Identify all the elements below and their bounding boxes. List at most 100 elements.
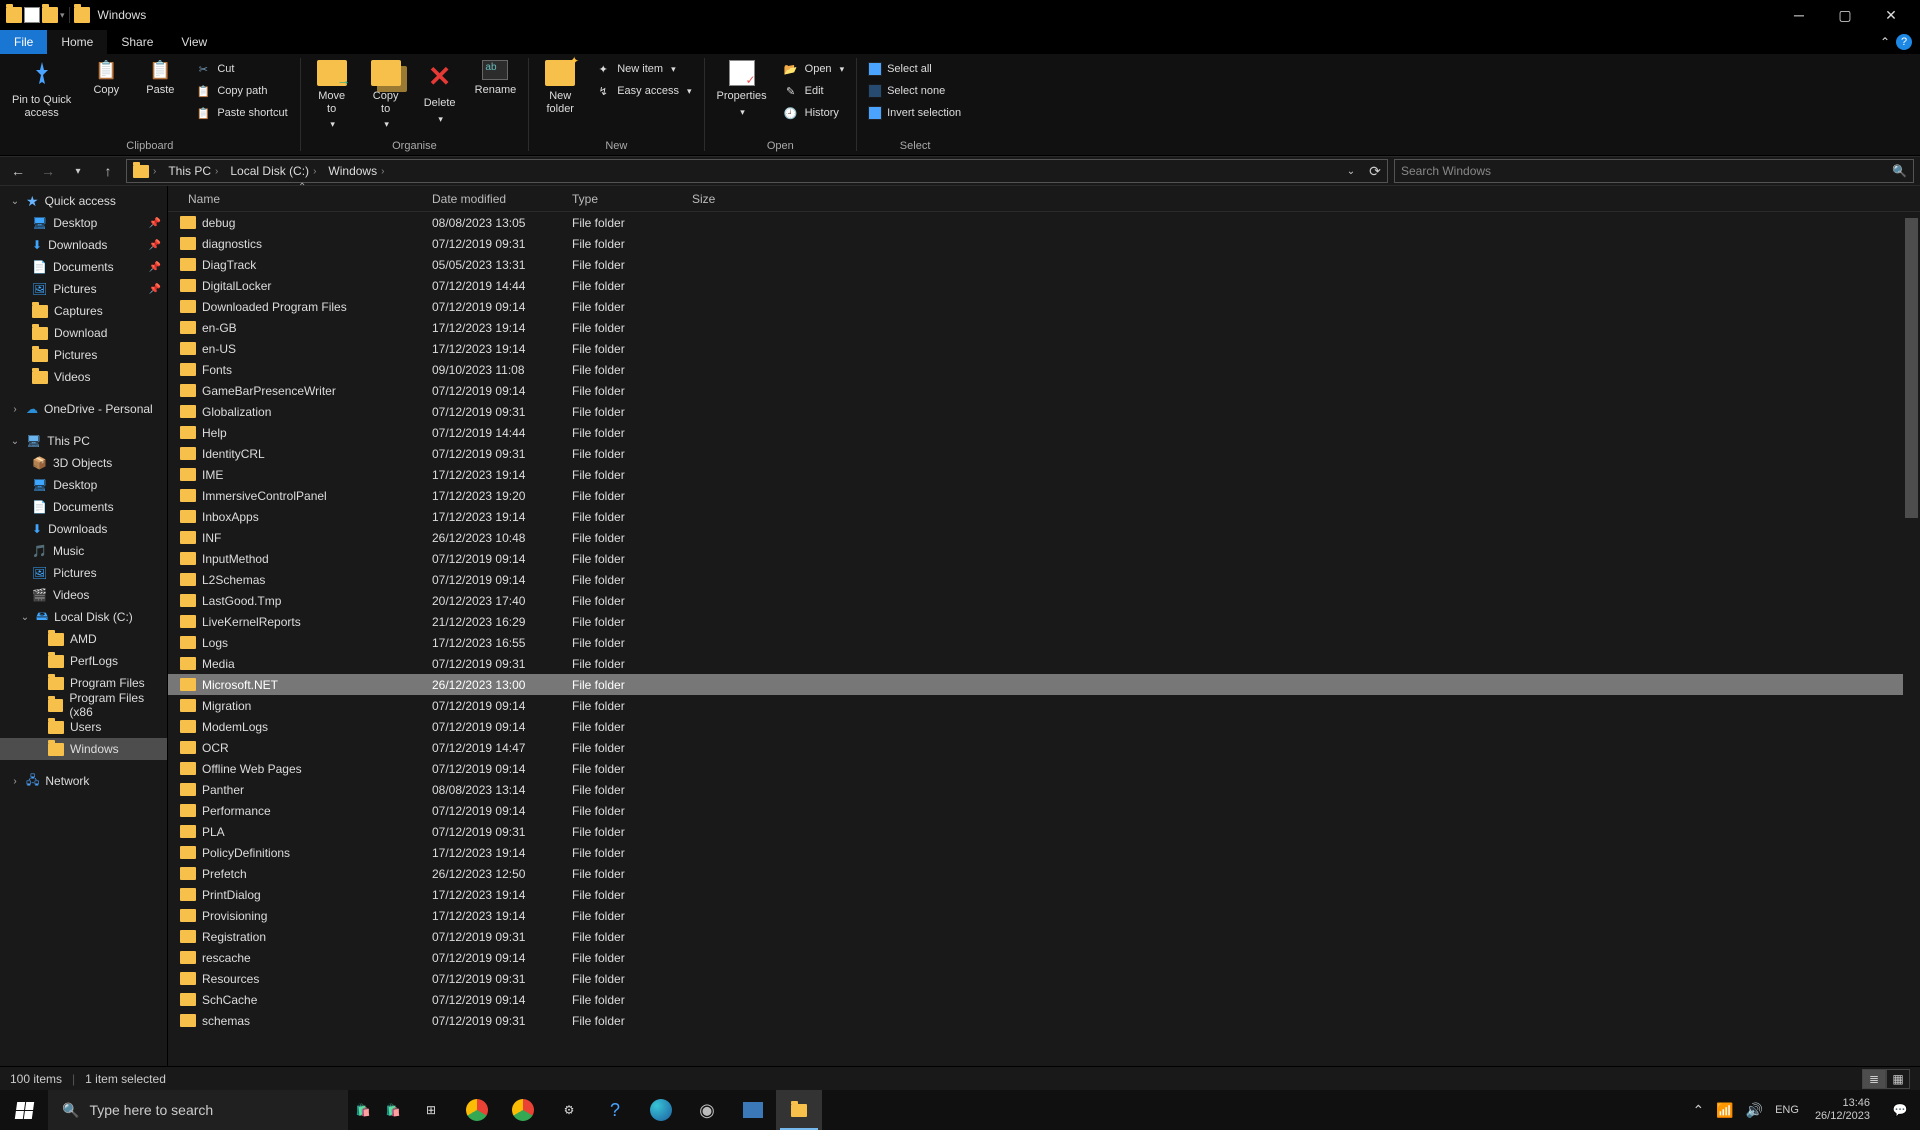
file-row[interactable]: LastGood.Tmp20/12/2023 17:40File folder (168, 590, 1920, 611)
close-button[interactable]: ✕ (1868, 0, 1914, 30)
file-row[interactable]: L2Schemas07/12/2019 09:14File folder (168, 569, 1920, 590)
file-row[interactable]: Microsoft.NET26/12/2023 13:00File folder (168, 674, 1920, 695)
taskbar-settings-icon[interactable]: ⚙ (546, 1090, 592, 1130)
nav-item-3d-objects[interactable]: 📦3D Objects (0, 452, 167, 474)
taskview-button[interactable]: ⊞ (408, 1090, 454, 1130)
nav-item-videos[interactable]: Videos (0, 366, 167, 388)
file-row[interactable]: Downloaded Program Files07/12/2019 09:14… (168, 296, 1920, 317)
nav-item-windows[interactable]: Windows (0, 738, 167, 760)
move-to-button[interactable]: Move to▾ (307, 56, 357, 134)
details-view-button[interactable]: ≣ (1862, 1069, 1886, 1089)
tray-notifications-icon[interactable]: 💬 (1880, 1103, 1920, 1117)
nav-item-pictures[interactable]: 🖼Pictures (0, 562, 167, 584)
thumbnails-view-button[interactable]: ▦ (1886, 1069, 1910, 1089)
minimize-button[interactable]: ─ (1776, 0, 1822, 30)
file-row[interactable]: InputMethod07/12/2019 09:14File folder (168, 548, 1920, 569)
nav-network[interactable]: ›🖧Network (0, 770, 167, 792)
file-row[interactable]: IME17/12/2023 19:14File folder (168, 464, 1920, 485)
nav-item-download[interactable]: Download (0, 322, 167, 344)
tray-overflow-icon[interactable]: ⌃ (1686, 1102, 1710, 1119)
file-row[interactable]: rescache07/12/2019 09:14File folder (168, 947, 1920, 968)
file-row[interactable]: diagnostics07/12/2019 09:31File folder (168, 233, 1920, 254)
copy-button[interactable]: 📋 Copy (81, 56, 131, 101)
col-name[interactable]: Name (168, 192, 424, 206)
easy-access-button[interactable]: ↯Easy access▾ (589, 80, 697, 102)
nav-item-downloads[interactable]: ⬇Downloads (0, 518, 167, 540)
tab-share[interactable]: Share (107, 30, 167, 54)
properties-button[interactable]: Properties▾ (711, 56, 773, 122)
maximize-button[interactable]: ▢ (1822, 0, 1868, 30)
tab-file[interactable]: File (0, 30, 47, 54)
taskbar-chrome-icon[interactable] (454, 1090, 500, 1130)
nav-item-documents[interactable]: 📄Documents (0, 496, 167, 518)
recent-locations-button[interactable]: ▾ (66, 156, 90, 186)
file-row[interactable]: OCR07/12/2019 14:47File folder (168, 737, 1920, 758)
crumb-local-disk[interactable]: Local Disk (C:)› (224, 160, 322, 182)
file-row[interactable]: Media07/12/2019 09:31File folder (168, 653, 1920, 674)
select-none-button[interactable]: Select none (863, 80, 967, 102)
file-row[interactable]: ImmersiveControlPanel17/12/2023 19:20Fil… (168, 485, 1920, 506)
new-item-button[interactable]: ✦New item▾ (589, 58, 697, 80)
nav-item-users[interactable]: Users (0, 716, 167, 738)
file-row[interactable]: Performance07/12/2019 09:14File folder (168, 800, 1920, 821)
scrollbar-thumb[interactable] (1905, 218, 1918, 518)
new-folder-button[interactable]: New folder (535, 56, 585, 119)
taskbar-app-icon[interactable] (730, 1090, 776, 1130)
nav-item-perflogs[interactable]: PerfLogs (0, 650, 167, 672)
file-row[interactable]: InboxApps17/12/2023 19:14File folder (168, 506, 1920, 527)
nav-item-music[interactable]: 🎵Music (0, 540, 167, 562)
file-row[interactable]: DiagTrack05/05/2023 13:31File folder (168, 254, 1920, 275)
file-row[interactable]: Migration07/12/2019 09:14File folder (168, 695, 1920, 716)
file-row[interactable]: SchCache07/12/2019 09:14File folder (168, 989, 1920, 1010)
file-row[interactable]: GameBarPresenceWriter07/12/2019 09:14Fil… (168, 380, 1920, 401)
file-row[interactable]: Resources07/12/2019 09:31File folder (168, 968, 1920, 989)
copy-to-button[interactable]: Copy to▾ (361, 56, 411, 134)
qat-customize-icon[interactable]: ▾ (60, 10, 65, 21)
tray-wifi-icon[interactable]: 📶 (1710, 1102, 1739, 1119)
file-row[interactable]: en-GB17/12/2023 19:14File folder (168, 317, 1920, 338)
collapse-ribbon-icon[interactable]: ⌃ (1880, 35, 1890, 49)
select-all-button[interactable]: Select all (863, 58, 967, 80)
file-row[interactable]: Help07/12/2019 14:44File folder (168, 422, 1920, 443)
file-row[interactable]: schemas07/12/2019 09:31File folder (168, 1010, 1920, 1031)
history-button[interactable]: 🕘History (777, 102, 850, 124)
file-row[interactable]: PLA07/12/2019 09:31File folder (168, 821, 1920, 842)
nav-onedrive[interactable]: ›☁OneDrive - Personal (0, 398, 167, 420)
file-row[interactable]: Registration07/12/2019 09:31File folder (168, 926, 1920, 947)
taskbar-steam-icon[interactable]: ◉ (684, 1090, 730, 1130)
taskbar-help-icon[interactable]: ? (592, 1090, 638, 1130)
nav-item-pictures[interactable]: 🖼Pictures📌 (0, 278, 167, 300)
tray-clock[interactable]: 13:4626/12/2023 (1805, 1097, 1880, 1123)
taskbar-search[interactable]: 🔍Type here to search (48, 1090, 348, 1130)
up-button[interactable]: ↑ (96, 156, 120, 186)
paste-button[interactable]: 📋 Paste (135, 56, 185, 101)
file-row[interactable]: PrintDialog17/12/2023 19:14File folder (168, 884, 1920, 905)
help-icon[interactable]: ? (1896, 34, 1912, 50)
file-row[interactable]: IdentityCRL07/12/2019 09:31File folder (168, 443, 1920, 464)
scrollbar[interactable] (1903, 212, 1920, 1066)
search-box[interactable]: Search Windows 🔍 (1394, 159, 1914, 183)
nav-quick-access[interactable]: ⌄★Quick access (0, 190, 167, 212)
crumb-windows[interactable]: Windows› (322, 160, 390, 182)
col-size[interactable]: Size (684, 192, 764, 206)
qat-newfolder-icon[interactable] (42, 7, 58, 23)
addr-dropdown-button[interactable]: ⌄ (1339, 156, 1363, 186)
taskbar-edge-icon[interactable] (638, 1090, 684, 1130)
refresh-button[interactable]: ⟳ (1363, 156, 1387, 186)
nav-item-documents[interactable]: 📄Documents📌 (0, 256, 167, 278)
file-row[interactable]: Prefetch26/12/2023 12:50File folder (168, 863, 1920, 884)
delete-button[interactable]: ✕Delete▾ (415, 56, 465, 129)
pin-quick-access-button[interactable]: Pin to Quick access (6, 56, 77, 123)
col-date[interactable]: Date modified (424, 192, 564, 206)
file-row[interactable]: ModemLogs07/12/2019 09:14File folder (168, 716, 1920, 737)
file-row[interactable]: DigitalLocker07/12/2019 14:44File folder (168, 275, 1920, 296)
nav-item-desktop[interactable]: 🖥Desktop📌 (0, 212, 167, 234)
rename-button[interactable]: Rename (469, 56, 523, 101)
file-row[interactable]: INF26/12/2023 10:48File folder (168, 527, 1920, 548)
file-row[interactable]: en-US17/12/2023 19:14File folder (168, 338, 1920, 359)
tray-volume-icon[interactable]: 🔊 (1740, 1102, 1769, 1119)
nav-item-videos[interactable]: 🎬Videos (0, 584, 167, 606)
crumb-this-pc[interactable]: This PC› (162, 160, 224, 182)
nav-item-captures[interactable]: Captures (0, 300, 167, 322)
col-type[interactable]: Type (564, 192, 684, 206)
